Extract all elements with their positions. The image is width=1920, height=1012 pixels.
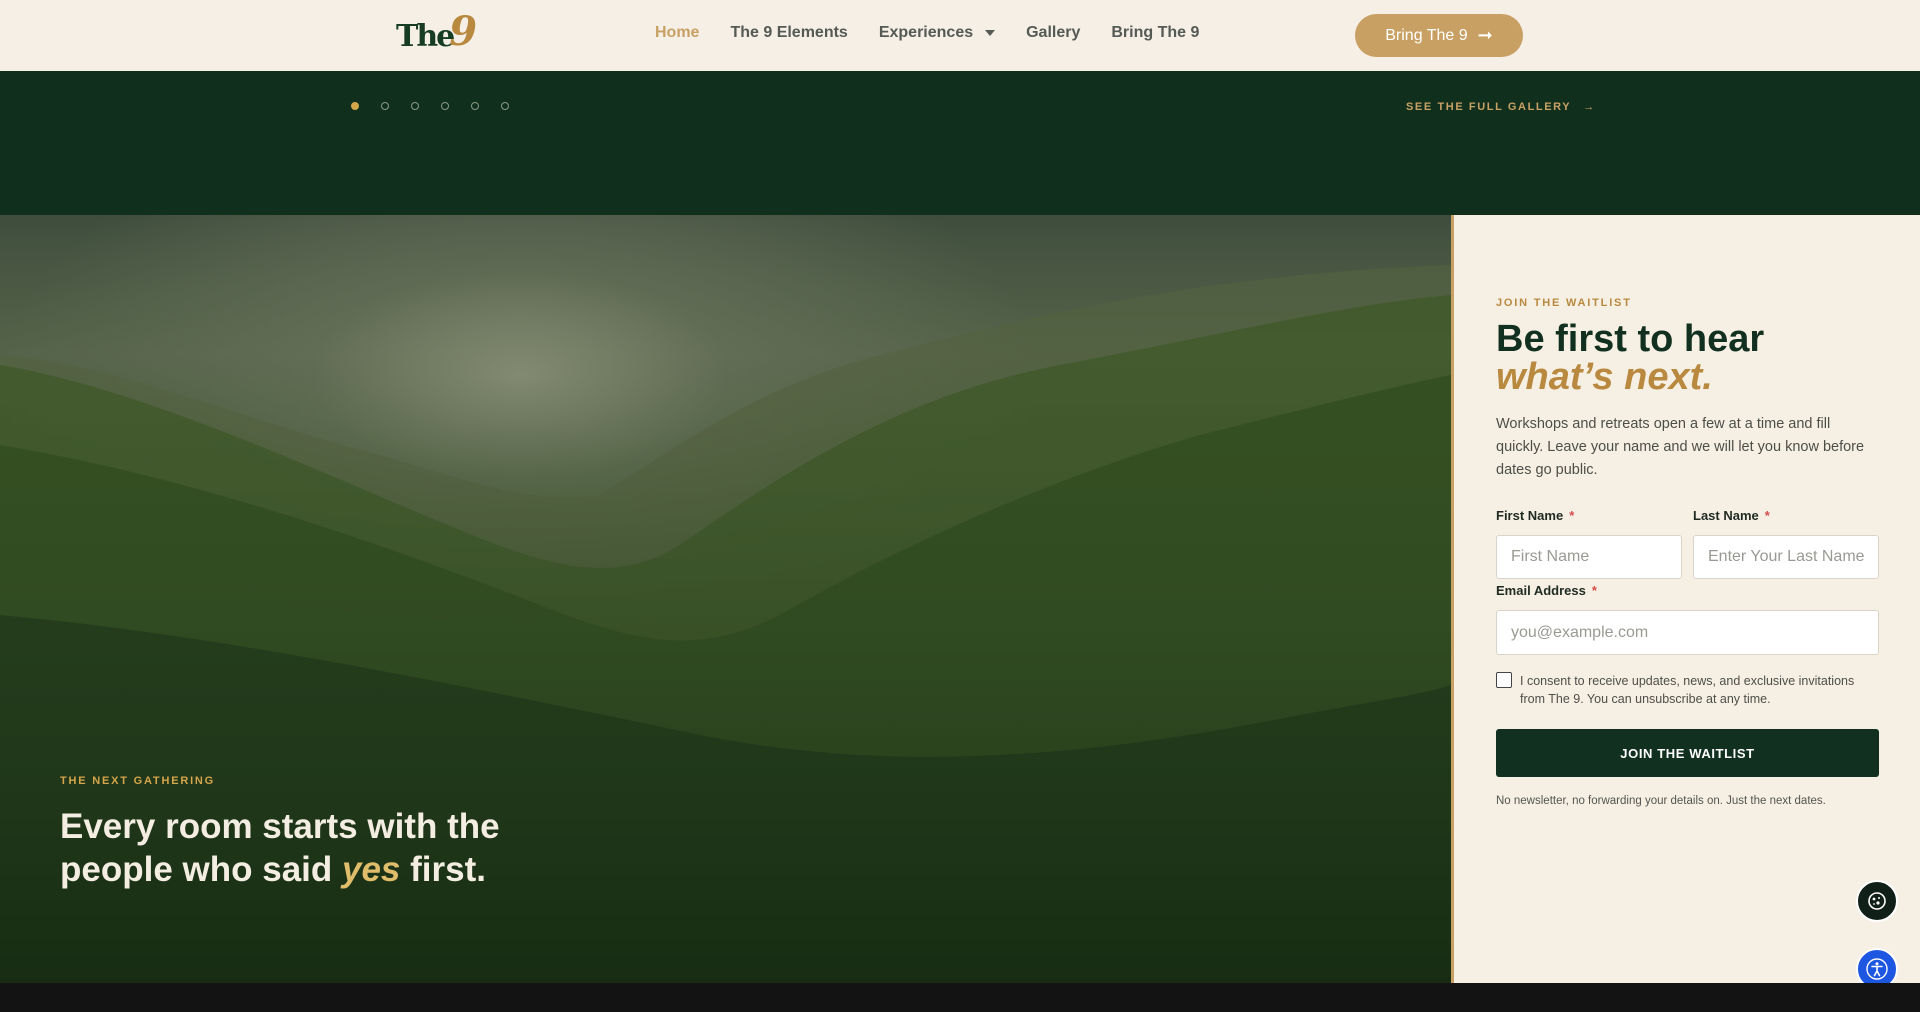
waitlist-title-accent: what’s next.: [1496, 356, 1713, 398]
logo-word: The: [396, 18, 455, 54]
cookie-settings-button[interactable]: [1856, 880, 1898, 922]
waitlist-description: Workshops and retreats open a few at a t…: [1496, 416, 1865, 478]
last-name-label-text: Last Name: [1693, 508, 1759, 523]
required-marker: *: [1591, 583, 1597, 598]
last-name-label: Last Name *: [1693, 508, 1770, 523]
nav-gallery[interactable]: Gallery: [1026, 24, 1080, 42]
nav-the-9-elements[interactable]: The 9 Elements: [730, 24, 847, 42]
gallery-carousel-band: SEE THE FULL GALLERY →: [0, 71, 1920, 215]
consent-checkbox[interactable]: [1496, 672, 1512, 688]
bring-the-9-button[interactable]: Bring The 9 ➞: [1355, 14, 1523, 57]
hero-title-part2: first.: [400, 850, 486, 889]
site-logo[interactable]: The 9: [396, 8, 477, 58]
join-waitlist-button[interactable]: JOIN THE WAITLIST: [1496, 729, 1879, 777]
main-nav: Home The 9 Elements Experiences Gallery …: [655, 24, 1230, 42]
email-label: Email Address *: [1496, 583, 1597, 598]
consent-text: I consent to receive updates, news, and …: [1520, 674, 1855, 706]
logo-number: 9: [449, 7, 478, 55]
carousel-dot-5[interactable]: [471, 102, 479, 110]
footer-strip: [0, 983, 1920, 1012]
arrow-right-icon: →: [1583, 101, 1596, 113]
waitlist-title: Be first to hear what’s next.: [1496, 320, 1896, 396]
waitlist-fineprint: No newsletter, no forwarding your detail…: [1496, 795, 1826, 807]
cookie-settings-icon: [1868, 892, 1886, 910]
see-full-gallery-link[interactable]: SEE THE FULL GALLERY →: [1406, 101, 1596, 113]
waitlist-panel: JOIN THE WAITLIST Be first to hear what’…: [1454, 215, 1920, 983]
waitlist-title-line1: Be first to hear: [1496, 318, 1765, 360]
see-full-gallery-label: SEE THE FULL GALLERY: [1406, 101, 1572, 113]
nav-experiences[interactable]: Experiences: [878, 24, 996, 42]
carousel-dots: [351, 102, 509, 110]
required-marker: *: [1569, 508, 1575, 523]
email-label-text: Email Address: [1496, 583, 1586, 598]
nav-home[interactable]: Home: [655, 24, 699, 42]
hero-forest-image: THE NEXT GATHERING Every room starts wit…: [0, 215, 1451, 983]
carousel-dot-6[interactable]: [501, 102, 509, 110]
hero-title: Every room starts with the people who sa…: [60, 805, 580, 891]
accessibility-icon: [1866, 958, 1888, 980]
first-name-label: First Name *: [1496, 508, 1574, 523]
email-input[interactable]: [1496, 610, 1879, 655]
carousel-dot-2[interactable]: [381, 102, 389, 110]
nav-experiences-label: Experiences: [878, 24, 974, 41]
site-header: The 9 Home The 9 Elements Experiences Ga…: [0, 0, 1920, 71]
carousel-dot-4[interactable]: [441, 102, 449, 110]
last-name-input[interactable]: [1693, 535, 1879, 579]
arrow-right-icon: ➞: [1477, 25, 1493, 45]
first-name-input[interactable]: [1496, 535, 1682, 579]
hero-eyebrow: THE NEXT GATHERING: [60, 775, 216, 787]
nav-bring-the-9[interactable]: Bring The 9: [1111, 24, 1199, 42]
hero-title-emphasis: yes: [341, 850, 401, 889]
bring-the-9-button-label: Bring The 9: [1385, 26, 1468, 44]
required-marker: *: [1764, 508, 1770, 523]
waitlist-eyebrow: JOIN THE WAITLIST: [1496, 297, 1632, 309]
first-name-label-text: First Name: [1496, 508, 1564, 523]
carousel-dot-1[interactable]: [351, 102, 359, 110]
carousel-dot-3[interactable]: [411, 102, 419, 110]
chevron-down-icon: [985, 30, 996, 36]
